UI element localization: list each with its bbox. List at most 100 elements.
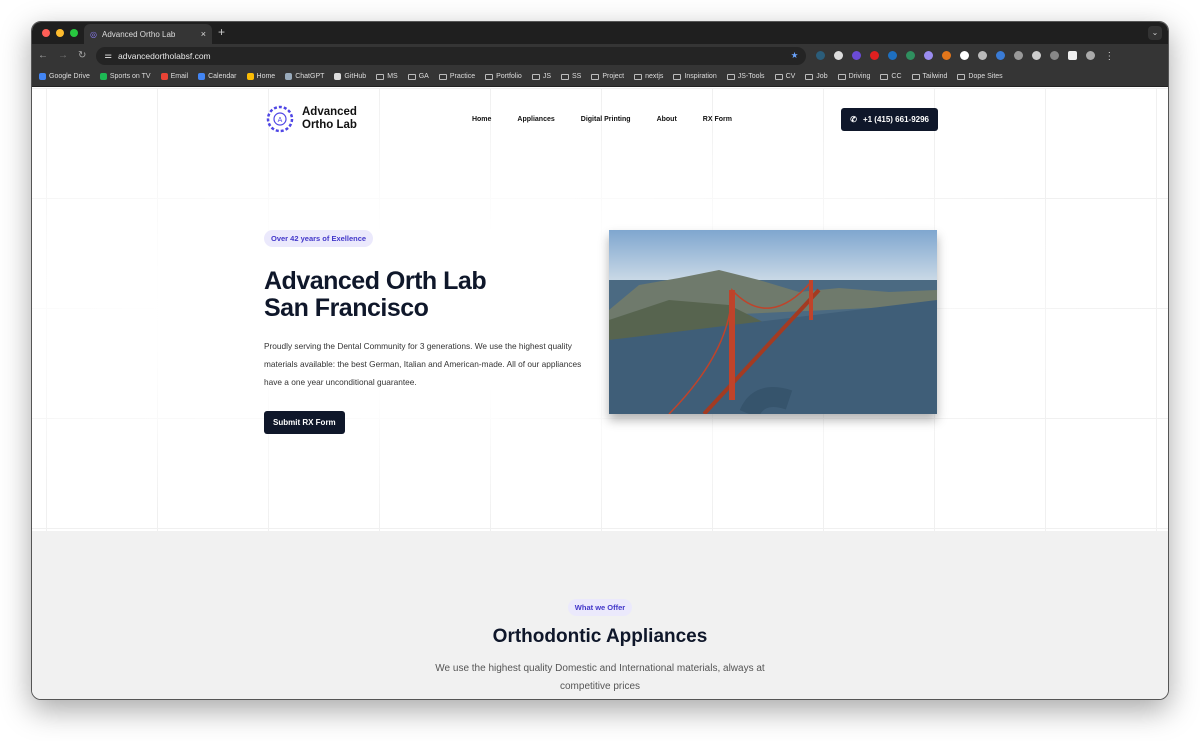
bookmark-item[interactable]: Inspiration: [673, 73, 717, 80]
folder-icon: [560, 73, 569, 80]
logo-ring-icon: A: [266, 105, 294, 133]
folder-icon: [591, 73, 600, 80]
hero-badge: Over 42 years of Exellence: [264, 230, 374, 247]
bookmark-item[interactable]: JS: [531, 73, 551, 80]
side-panel-icon[interactable]: [1068, 51, 1078, 60]
bookmark-label: Job: [816, 73, 828, 80]
address-bar[interactable]: ⚌ advancedortholabsf.com ★: [96, 46, 807, 65]
logo-line-2: Ortho Lab: [302, 119, 357, 131]
extension-icon[interactable]: [906, 51, 916, 60]
browser-tab[interactable]: ◎ Advanced Ortho Lab ×: [84, 24, 212, 44]
bookmark-item[interactable]: Calendar: [198, 73, 237, 80]
bookmark-label: Calendar: [208, 73, 237, 80]
extension-icon[interactable]: [960, 51, 970, 60]
bookmark-label: Tailwind: [922, 73, 948, 80]
bookmark-favicon-icon: [334, 73, 342, 80]
extension-icon[interactable]: [978, 51, 988, 60]
phone-icon: ✆: [850, 114, 857, 124]
bookmark-label: Dope Sites: [968, 73, 1003, 80]
folder-icon: [376, 73, 385, 80]
extension-icon[interactable]: [834, 51, 844, 60]
folder-icon: [774, 73, 783, 80]
golden-gate-bridge-image: [609, 230, 937, 414]
bookmark-label: JS: [542, 73, 551, 80]
nav-rx-form[interactable]: RX Form: [703, 116, 732, 123]
bookmark-item[interactable]: Email: [160, 73, 189, 80]
web-page: A Advanced Ortho Lab Home Appliances Digi…: [32, 88, 1168, 699]
browser-window: ◎ Advanced Ortho Lab × + ⌄ ← → ↻ ⚌ advan…: [31, 21, 1169, 700]
bookmark-favicon-icon: [160, 73, 168, 80]
bookmark-item[interactable]: JS-Tools: [726, 73, 765, 80]
nav-about[interactable]: About: [657, 116, 677, 123]
site-info-icon[interactable]: ⚌: [104, 50, 112, 61]
bookmark-item[interactable]: Practice: [438, 73, 475, 80]
extension-icon[interactable]: [852, 51, 862, 60]
window-controls[interactable]: [42, 29, 78, 37]
extension-icon[interactable]: [996, 51, 1006, 60]
tab-search-chevron-icon[interactable]: ⌄: [1148, 26, 1162, 40]
offer-title: Orthodontic Appliances: [492, 626, 708, 647]
bookmark-label: Google Drive: [49, 73, 90, 80]
bookmark-label: Email: [170, 73, 189, 80]
bookmarks-bar: Google Drive Sports on TV Email Calendar Hom…: [32, 67, 1168, 87]
folder-icon: [438, 73, 447, 80]
bookmark-star-icon[interactable]: ★: [791, 50, 799, 61]
phone-button[interactable]: ✆ +1 (415) 661-9296: [841, 107, 938, 131]
extension-icon[interactable]: [1032, 51, 1042, 60]
menu-kebab-icon[interactable]: ⋮: [1104, 51, 1114, 62]
bookmark-item[interactable]: Job: [805, 73, 828, 80]
new-tab-icon[interactable]: +: [218, 25, 225, 39]
extension-icon[interactable]: [870, 51, 880, 60]
bookmark-item[interactable]: Project: [591, 73, 624, 80]
bookmark-item[interactable]: CC: [880, 73, 902, 80]
bookmark-label: JS-Tools: [737, 73, 765, 80]
bookmark-item[interactable]: Tailwind: [911, 73, 948, 80]
bookmark-label: GA: [418, 73, 429, 80]
bookmark-item[interactable]: MS: [376, 73, 398, 80]
back-icon[interactable]: ←: [38, 50, 48, 61]
bookmark-favicon-icon: [39, 73, 46, 80]
extension-icon[interactable]: [924, 51, 934, 60]
favicon-icon: ◎: [90, 29, 97, 39]
offer-badge: What we Offer: [567, 599, 633, 616]
folder-icon: [726, 73, 735, 80]
bookmark-label: CV: [785, 73, 796, 80]
bookmark-item[interactable]: GA: [407, 73, 429, 80]
nav-home[interactable]: Home: [472, 116, 491, 123]
forward-icon[interactable]: →: [58, 50, 68, 61]
bookmark-item[interactable]: Driving: [837, 73, 870, 80]
hero-section: A Advanced Ortho Lab Home Appliances Digi…: [32, 88, 1168, 531]
bookmark-item[interactable]: SS: [560, 73, 581, 80]
bookmark-item[interactable]: nextjs: [634, 73, 663, 80]
bookmark-item[interactable]: Sports on TV: [99, 73, 151, 80]
hero-description: Proudly serving the Dental Community for…: [264, 341, 582, 387]
bookmark-item[interactable]: CV: [774, 73, 796, 80]
nav-menu: Home Appliances Digital Printing About R…: [472, 116, 732, 123]
nav-digital-printing[interactable]: Digital Printing: [581, 116, 631, 123]
extension-icon[interactable]: [1014, 51, 1024, 60]
extensions: ⋮: [816, 51, 1114, 62]
profile-avatar[interactable]: [1086, 51, 1096, 60]
folder-icon: [485, 73, 494, 80]
bookmark-item[interactable]: Portfolio: [485, 73, 522, 80]
bookmark-item[interactable]: Home: [246, 73, 275, 80]
close-tab-icon[interactable]: ×: [201, 29, 206, 39]
extension-icon[interactable]: [942, 51, 952, 60]
bookmark-item[interactable]: ChatGPT: [285, 73, 324, 80]
bookmark-label: ChatGPT: [295, 73, 325, 80]
reload-icon[interactable]: ↻: [78, 50, 86, 61]
extension-icon[interactable]: [888, 51, 898, 60]
bookmark-item[interactable]: GitHub: [334, 73, 366, 80]
bookmark-label: Project: [602, 73, 625, 80]
bookmark-favicon-icon: [285, 73, 293, 80]
folder-icon: [957, 73, 966, 80]
bookmark-label: CC: [891, 73, 902, 80]
bookmark-item[interactable]: Dope Sites: [957, 73, 1003, 80]
extensions-puzzle-icon[interactable]: [1050, 51, 1060, 60]
hero-title: Advanced Orth Lab San Francisco: [264, 267, 487, 322]
nav-appliances[interactable]: Appliances: [517, 116, 554, 123]
submit-rx-form-button[interactable]: Submit RX Form: [264, 411, 345, 434]
bookmark-item[interactable]: Google Drive: [39, 73, 90, 80]
site-logo[interactable]: A Advanced Ortho Lab: [264, 103, 357, 135]
extension-icon[interactable]: [816, 51, 826, 60]
